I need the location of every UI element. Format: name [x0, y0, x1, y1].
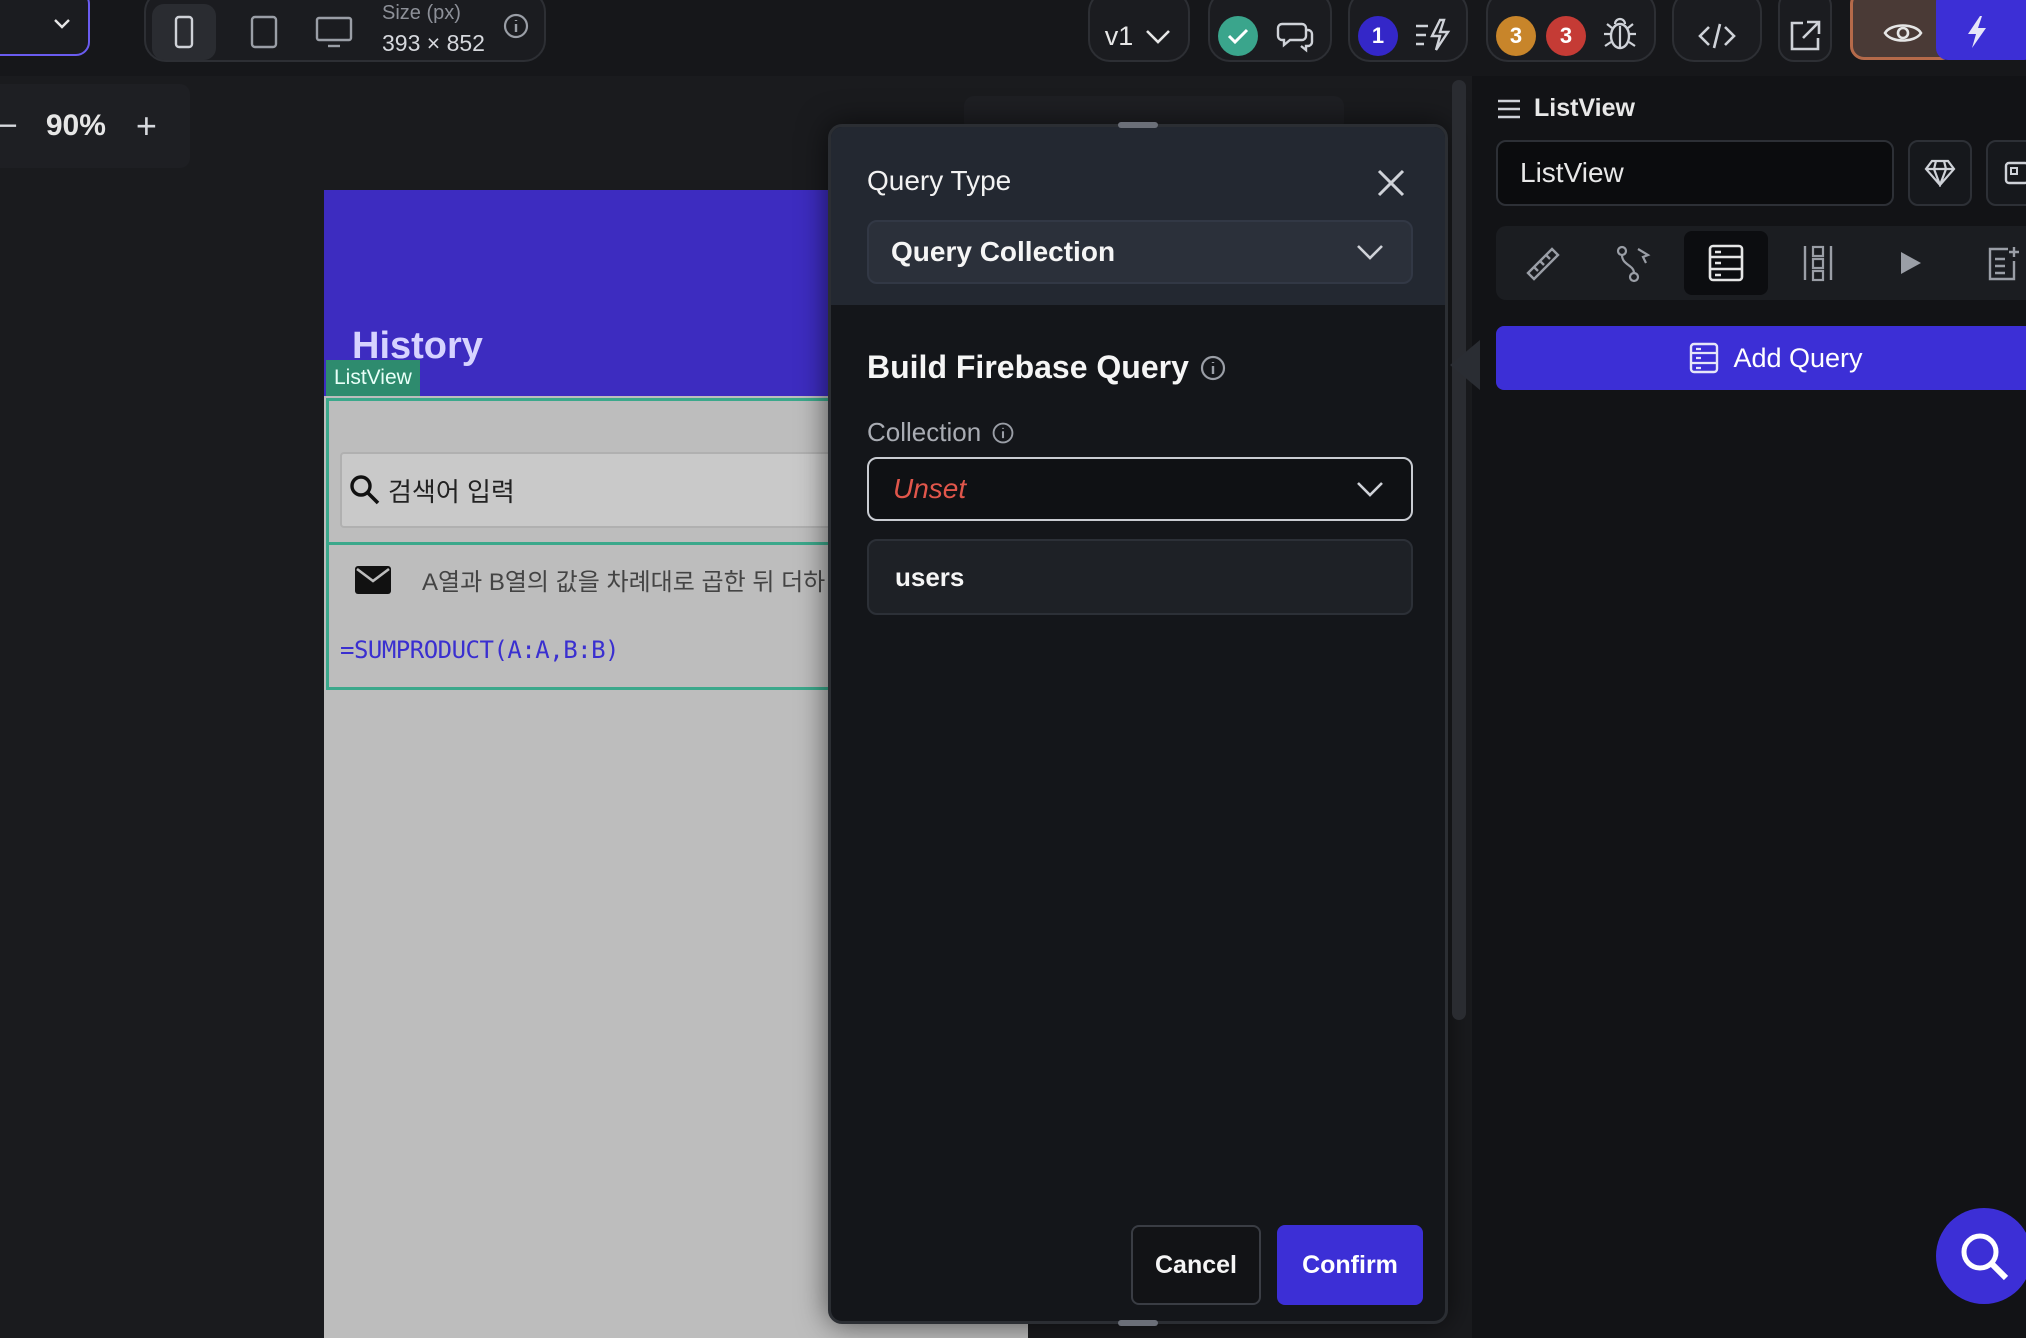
add-query-label: Add Query	[1733, 342, 1863, 373]
tab-actions[interactable]	[1592, 231, 1676, 295]
search-icon	[350, 475, 380, 505]
device-size-selector: Size (px) 393 × 852	[144, 0, 546, 62]
list-item-text: A열과 B열의 값을 차례대로 곱한 뒤 더하	[422, 569, 826, 596]
check-status-button[interactable]	[1218, 16, 1258, 56]
view-code-button[interactable]	[1672, 0, 1762, 62]
panel-pointer	[1450, 340, 1480, 390]
zoom-level: 90%	[45, 109, 106, 142]
phone-icon	[174, 15, 194, 49]
floating-search-button[interactable]	[1936, 1208, 2026, 1304]
chevron-down-icon	[1146, 30, 1171, 44]
eye-icon	[1883, 24, 1923, 42]
diamond-icon	[1924, 159, 1956, 187]
check-icon	[1227, 28, 1249, 45]
desktop-icon	[315, 16, 353, 48]
issues-pill: 3 3	[1486, 0, 1656, 62]
warnings-count-badge[interactable]: 3	[1496, 16, 1536, 56]
list-item[interactable]: A열과 B열의 값을 차례대로 곱한 뒤 더하	[354, 562, 825, 597]
query-dialog: Query Type Query Collection Build Fireba…	[828, 124, 1448, 1324]
collection-select[interactable]: Unset	[867, 457, 1413, 521]
play-icon	[1901, 252, 1921, 274]
build-query-title: Build Firebase Query	[867, 349, 1227, 386]
code-icon	[1698, 23, 1736, 49]
premium-button[interactable]	[1908, 140, 1972, 206]
component-icon	[2004, 161, 2026, 185]
info-icon[interactable]	[991, 421, 1015, 445]
zoom-in-button[interactable]: +	[136, 105, 157, 147]
size-value: 393 × 852	[382, 30, 485, 56]
close-icon[interactable]	[1373, 165, 1409, 201]
size-label: Size (px)	[382, 2, 461, 24]
version-label: v1	[1104, 20, 1134, 51]
phone-device-button[interactable]	[152, 4, 216, 60]
info-icon[interactable]	[502, 12, 530, 40]
tab-more[interactable]	[1960, 231, 2026, 295]
widget-picker-button[interactable]	[0, 0, 90, 56]
add-query-button[interactable]: Add Query	[1496, 326, 2026, 390]
tablet-icon	[250, 15, 278, 49]
zoom-controls: − 90% +	[0, 84, 190, 168]
query-type-label: Query Type	[867, 165, 1012, 196]
lightning-icon	[1968, 16, 1986, 48]
database-icon	[1690, 342, 1719, 374]
mail-icon	[355, 565, 391, 594]
database-icon	[1708, 244, 1744, 282]
actions-count-badge[interactable]: 1	[1358, 16, 1398, 56]
panel-header: ListView	[1496, 94, 1635, 123]
panel-title: ListView	[1534, 94, 1635, 122]
query-type-value: Query Collection	[891, 236, 1116, 267]
info-icon[interactable]	[1199, 354, 1227, 382]
collection-label: Collection	[867, 417, 1015, 448]
chevron-down-icon	[1357, 482, 1383, 497]
dialog-bottom-handle[interactable]	[1118, 1320, 1158, 1326]
bug-icon[interactable]	[1600, 14, 1640, 54]
branch-cursor-icon	[1616, 245, 1651, 283]
canvas-scrollbar[interactable]	[1452, 80, 1466, 1020]
build-query-title-text: Build Firebase Query	[867, 349, 1189, 385]
desktop-device-button[interactable]	[304, 4, 364, 60]
ruler-pencil-icon	[1526, 247, 1560, 281]
query-type-section: Query Type Query Collection	[831, 127, 1445, 305]
top-toolbar: Size (px) 393 × 852 v1 1 3 3	[0, 0, 2026, 76]
columns-icon	[1803, 245, 1833, 282]
tab-layout[interactable]	[1776, 231, 1860, 295]
tab-animations[interactable]	[1868, 231, 1952, 295]
document-plus-icon	[1988, 247, 2019, 281]
widget-tree-button[interactable]	[1986, 140, 2026, 206]
search-icon	[1961, 1233, 2009, 1281]
open-external-button[interactable]	[1778, 0, 1832, 62]
comments-icon[interactable]	[1276, 16, 1316, 54]
zoom-out-button[interactable]: −	[0, 107, 18, 146]
collection-label-text: Collection	[867, 417, 982, 447]
menu-icon	[1498, 99, 1520, 118]
chevron-down-icon	[54, 19, 70, 29]
tablet-device-button[interactable]	[236, 4, 292, 60]
collection-value: Unset	[893, 473, 967, 504]
dialog-top-handle[interactable]	[1118, 122, 1158, 128]
search-placeholder: 검색어 입력	[388, 476, 515, 507]
collection-option-users[interactable]: users	[867, 539, 1413, 615]
external-link-icon	[1790, 20, 1821, 51]
tab-properties[interactable]	[1500, 231, 1584, 295]
chevron-down-icon	[1357, 245, 1383, 260]
status-pill	[1208, 0, 1332, 62]
run-button[interactable]	[1936, 0, 2026, 60]
tab-backend-query[interactable]	[1684, 231, 1768, 295]
errors-count-badge[interactable]: 3	[1546, 16, 1586, 56]
panel-tabs	[1496, 226, 2026, 300]
cancel-button[interactable]: Cancel	[1131, 1225, 1261, 1305]
confirm-button[interactable]: Confirm	[1277, 1225, 1423, 1305]
listview-tag: ListView	[326, 360, 420, 396]
version-dropdown[interactable]: v1	[1088, 0, 1190, 62]
list-item-formula: =SUMPRODUCT(A:A,B:B)	[340, 636, 619, 664]
flash-list-icon[interactable]	[1412, 16, 1452, 54]
actions-pill: 1	[1348, 0, 1468, 62]
widget-name-input[interactable]: ListView	[1496, 140, 1894, 206]
properties-panel: ListView ListView Add Query	[1472, 76, 2026, 1338]
query-type-select[interactable]: Query Collection	[867, 220, 1413, 284]
